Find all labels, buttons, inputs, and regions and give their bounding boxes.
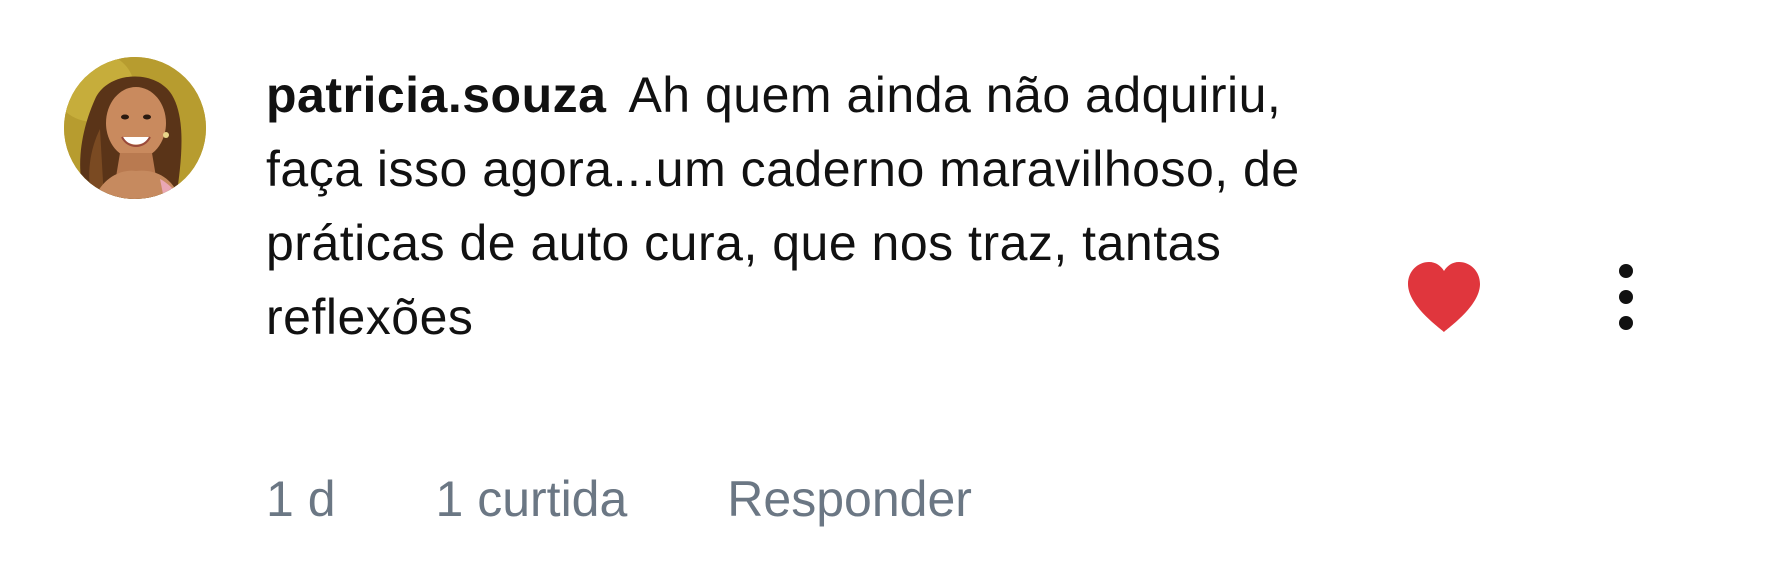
heart-icon — [1408, 262, 1480, 332]
comment-item: patricia.souza Ah quem ainda não adquiriu… — [0, 0, 1792, 576]
reply-button[interactable]: Responder — [727, 470, 972, 528]
more-options-button[interactable] — [1606, 262, 1646, 332]
comment-username[interactable]: patricia.souza — [266, 67, 606, 123]
comment-meta: 1 d 1 curtida Responder — [266, 470, 972, 528]
comment-timestamp[interactable]: 1 d — [266, 470, 336, 528]
comment-body: patricia.souza Ah quem ainda não adquiriu… — [266, 58, 1336, 354]
like-button[interactable] — [1404, 260, 1484, 334]
avatar[interactable] — [64, 57, 206, 199]
comment-like-count[interactable]: 1 curtida — [436, 470, 628, 528]
more-vertical-icon — [1619, 264, 1633, 330]
avatar-photo — [64, 57, 206, 199]
